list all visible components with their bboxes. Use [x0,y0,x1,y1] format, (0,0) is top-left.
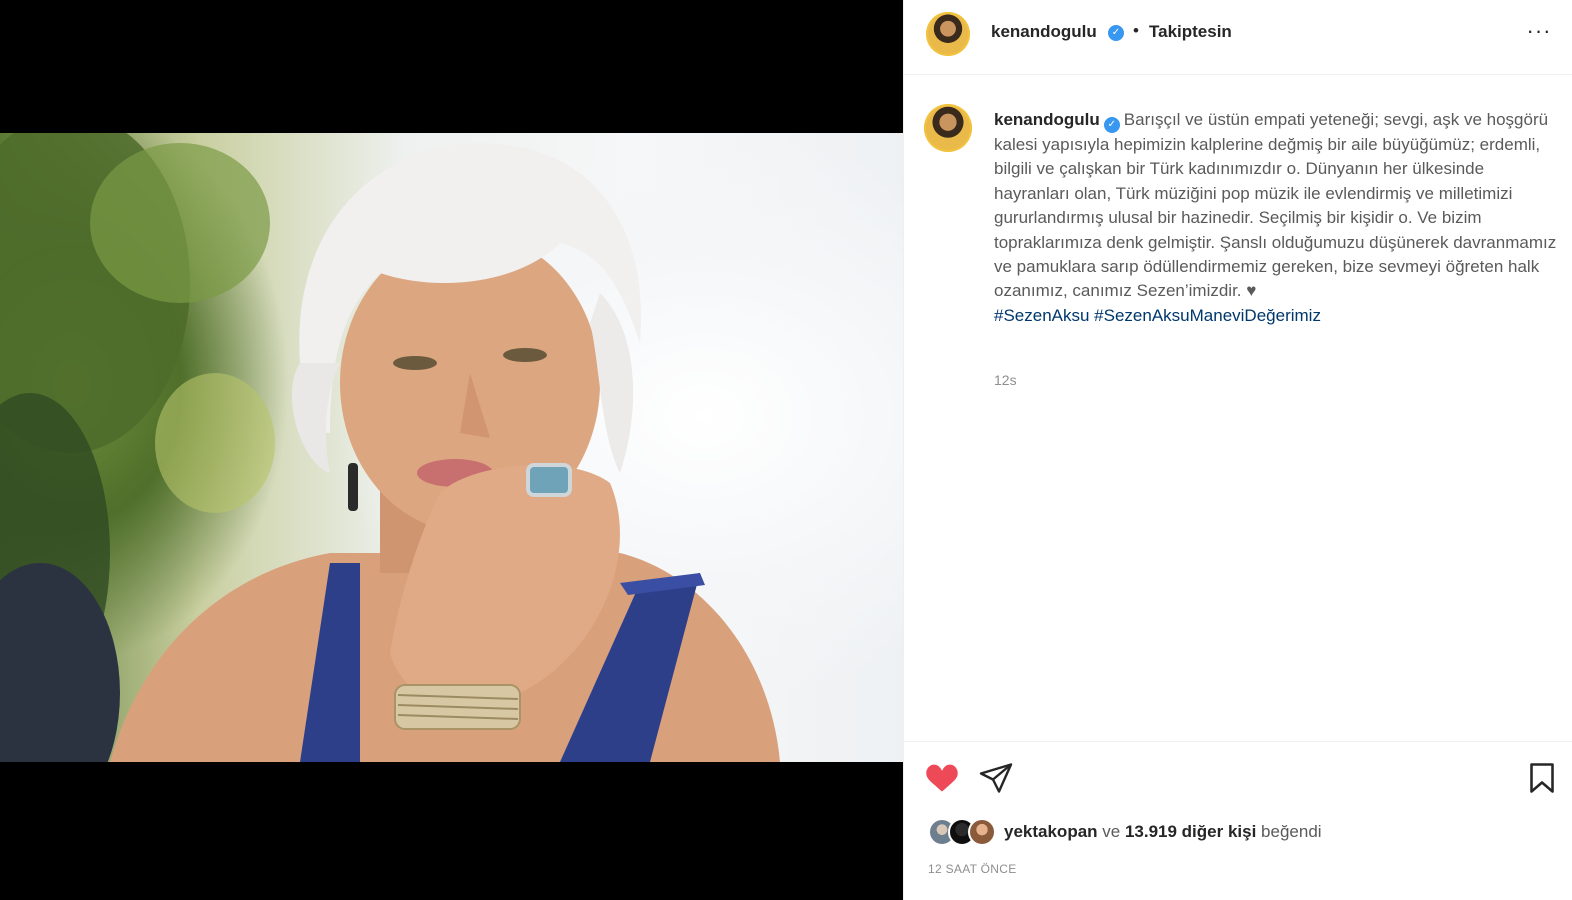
liker-avatar [968,818,996,846]
first-liker-username[interactable]: yektakopan [1004,822,1098,841]
likes-text: yektakopan ve 13.919 diğer kişi beğendi [1004,822,1322,842]
caption-hashtags[interactable]: #SezenAksu #SezenAksuManeviDeğerimiz [994,306,1321,325]
post-date[interactable]: 12 SAAT ÖNCE [928,862,1017,876]
caption-text: Barışçıl ve üstün empati yeteneği; sevgi… [994,110,1557,301]
bookmark-icon[interactable] [1524,760,1560,796]
post-header: kenandogulu ✓ • Takiptesin ··· [904,0,1572,75]
comments-section: kenandogulu ✓ Barışçıl ve üstün empati yet… [904,76,1572,740]
more-options-icon[interactable]: ··· [1524,20,1554,46]
post-caption: kenandogulu ✓ Barışçıl ve üstün empati yet… [994,108,1559,328]
paper-plane-icon[interactable] [978,760,1014,796]
likes-summary[interactable]: yektakopan ve 13.919 diğer kişi beğendi [928,818,1548,848]
likes-connector: ve [1097,822,1125,841]
other-likers-count[interactable]: 13.919 diğer kişi [1125,822,1256,841]
verified-badge-icon: ✓ [1108,25,1124,41]
author-username[interactable]: kenandogulu [991,22,1097,42]
post-photo[interactable] [0,133,903,762]
caption-author-avatar[interactable] [924,104,972,152]
separator-dot: • [1133,21,1139,40]
follow-status-button[interactable]: Takiptesin [1149,22,1232,42]
caption-verified-badge-icon: ✓ [1103,117,1120,133]
post-details-panel: kenandogulu ✓ • Takiptesin ··· kenandogu… [903,0,1572,900]
post-media[interactable] [0,0,903,900]
likes-suffix: beğendi [1256,822,1322,841]
caption-username[interactable]: kenandogulu [994,110,1100,129]
caption-time-ago[interactable]: 12s [994,372,1017,388]
post-actions: yektakopan ve 13.919 diğer kişi beğendi … [904,741,1572,900]
heart-filled-icon[interactable] [924,760,960,796]
portrait-illustration [0,133,780,762]
author-avatar[interactable] [926,12,970,56]
